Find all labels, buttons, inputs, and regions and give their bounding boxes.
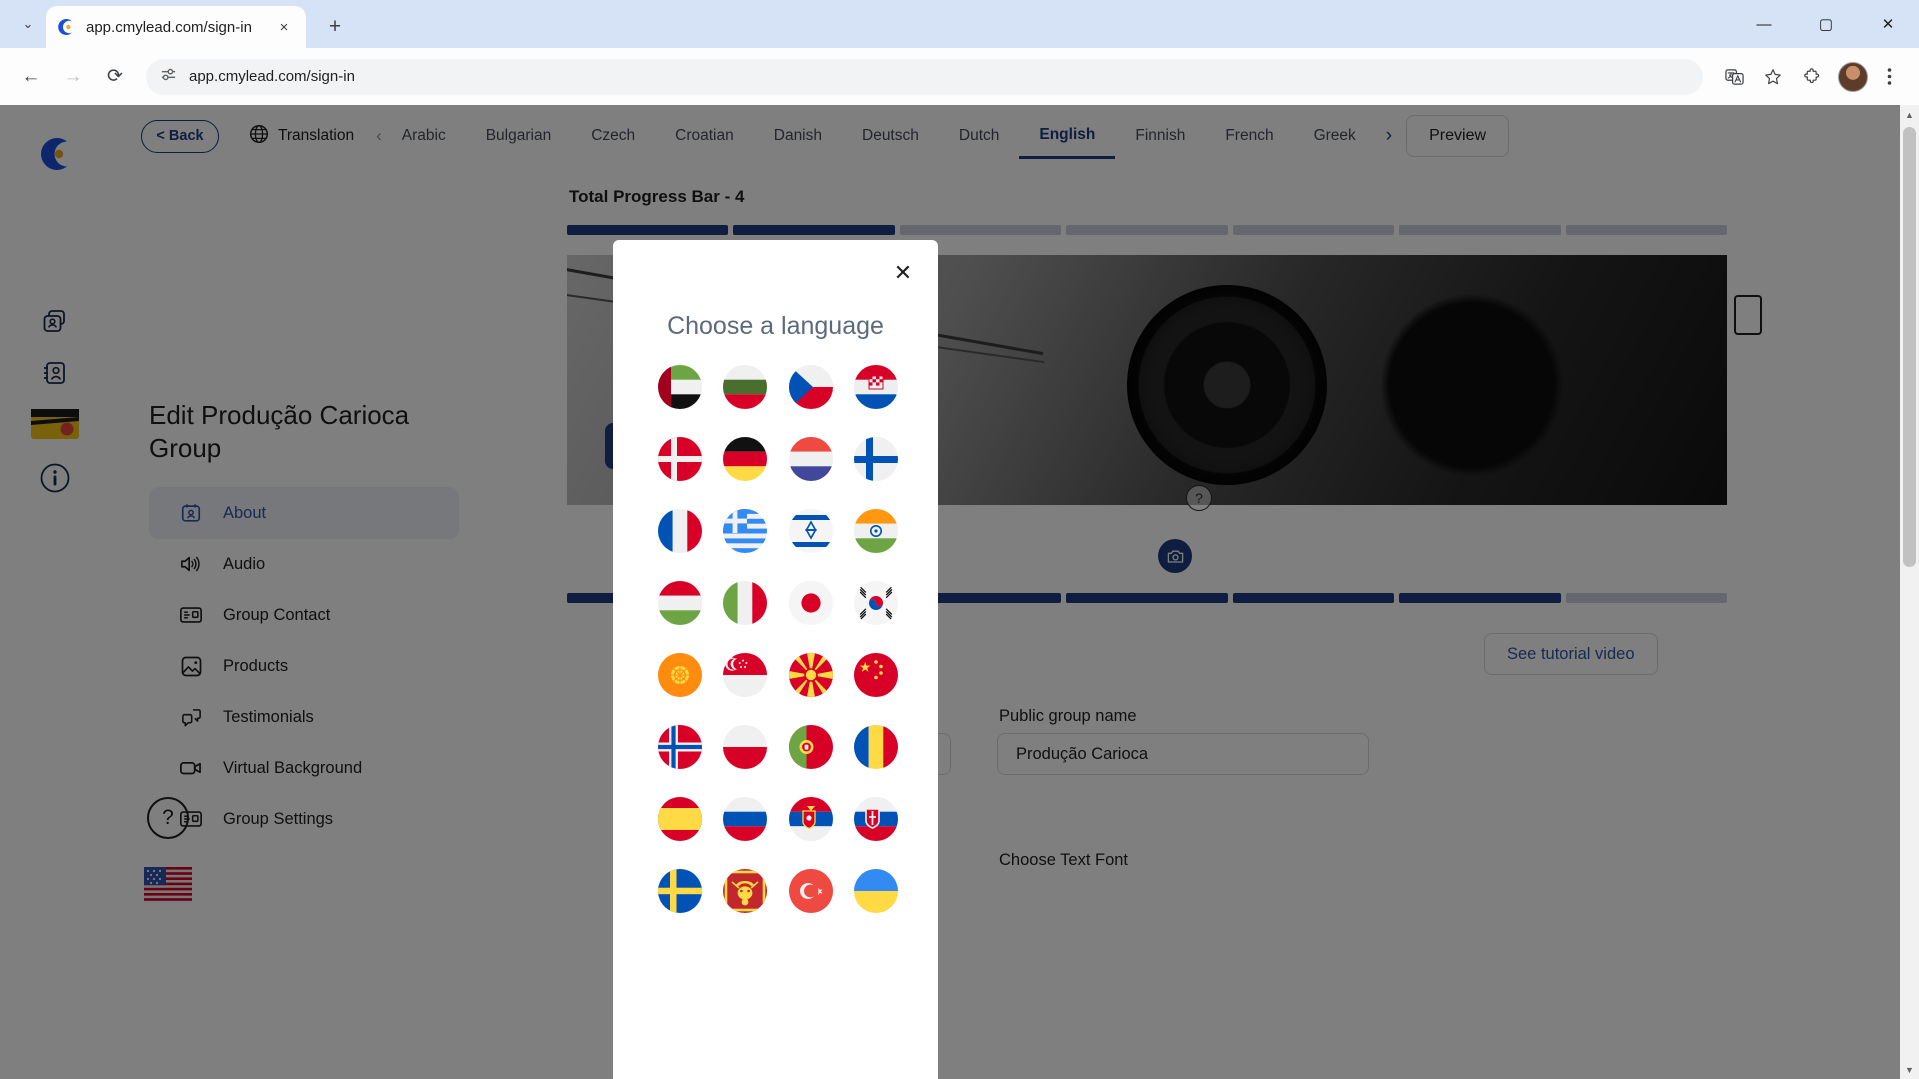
window-controls: — ▢ ✕ bbox=[1733, 0, 1919, 48]
translate-icon[interactable] bbox=[1716, 59, 1752, 95]
extensions-puzzle-icon[interactable] bbox=[1794, 59, 1830, 95]
flag-greece-icon[interactable] bbox=[723, 509, 768, 553]
flag-grid bbox=[647, 365, 909, 913]
flag-poland-icon[interactable] bbox=[723, 725, 768, 769]
flag-spain-icon[interactable] bbox=[657, 797, 702, 841]
flag-north-macedonia-icon[interactable] bbox=[788, 653, 833, 697]
reload-icon[interactable]: ⟳ bbox=[96, 58, 134, 96]
flag-romania-icon[interactable] bbox=[854, 725, 899, 769]
scrollbar-thumb[interactable] bbox=[1903, 127, 1916, 567]
flag-ukraine-icon[interactable] bbox=[854, 869, 899, 913]
browser-tab[interactable]: app.cmylead.com/sign-in × bbox=[46, 6, 306, 48]
choose-language-modal: ✕ Choose a language bbox=[613, 240, 938, 1079]
browser-toolbar: ← → ⟳ app.cmylead.com/sign-in bbox=[0, 48, 1919, 105]
address-bar-url: app.cmylead.com/sign-in bbox=[189, 68, 355, 85]
flag-germany-icon[interactable] bbox=[723, 437, 768, 481]
forward-navigation-icon[interactable]: → bbox=[54, 58, 92, 96]
back-navigation-icon[interactable]: ← bbox=[12, 58, 50, 96]
flag-kyrgyzstan-icon[interactable] bbox=[657, 653, 702, 697]
cmylead-logo-icon bbox=[56, 17, 76, 37]
minimize-button[interactable]: — bbox=[1733, 0, 1795, 48]
address-bar[interactable]: app.cmylead.com/sign-in bbox=[146, 58, 1703, 95]
web-page: < Back Translation ‹ ArabicBulgarianCzec… bbox=[0, 105, 1919, 1079]
flag-italy-icon[interactable] bbox=[723, 581, 768, 625]
close-icon[interactable]: × bbox=[272, 15, 296, 39]
flag-sweden-icon[interactable] bbox=[657, 869, 702, 913]
page-scrollbar[interactable]: ▲ ▼ bbox=[1900, 105, 1919, 1079]
flag-norway-icon[interactable] bbox=[657, 725, 702, 769]
flag-hungary-icon[interactable] bbox=[657, 581, 702, 625]
flag-china-icon[interactable] bbox=[854, 653, 899, 697]
avatar[interactable] bbox=[1838, 61, 1868, 92]
maximize-button[interactable]: ▢ bbox=[1795, 0, 1857, 48]
flag-portugal-icon[interactable] bbox=[788, 725, 833, 769]
tab-search-chevron-icon[interactable]: ⌄ bbox=[10, 8, 46, 40]
new-tab-button[interactable]: + bbox=[318, 10, 352, 44]
flag-turkey-icon[interactable] bbox=[788, 869, 833, 913]
kebab-menu-icon[interactable] bbox=[1871, 59, 1907, 95]
scroll-down-arrow-icon[interactable]: ▼ bbox=[1900, 1060, 1919, 1079]
flag-denmark-icon[interactable] bbox=[657, 437, 702, 481]
flag-israel-icon[interactable] bbox=[788, 509, 833, 553]
modal-title: Choose a language bbox=[667, 312, 884, 340]
browser-chrome: ⌄ app.cmylead.com/sign-in × + — ▢ ✕ ← → … bbox=[0, 0, 1919, 105]
flag-finland-icon[interactable] bbox=[854, 437, 899, 481]
scroll-up-arrow-icon[interactable]: ▲ bbox=[1900, 105, 1919, 124]
flag-russia-icon[interactable] bbox=[723, 797, 768, 841]
flag-united-arab-emirates-icon[interactable] bbox=[657, 365, 702, 409]
site-settings-icon[interactable] bbox=[160, 66, 177, 88]
flag-south-korea-icon[interactable] bbox=[854, 581, 899, 625]
flag-japan-icon[interactable] bbox=[788, 581, 833, 625]
flag-bulgaria-icon[interactable] bbox=[723, 365, 768, 409]
modal-scrim[interactable] bbox=[0, 105, 1900, 1079]
browser-tab-title: app.cmylead.com/sign-in bbox=[86, 19, 252, 35]
flag-france-icon[interactable] bbox=[657, 509, 702, 553]
flag-czech-republic-icon[interactable] bbox=[788, 365, 833, 409]
flag-singapore-icon[interactable] bbox=[723, 653, 768, 697]
flag-serbia-icon[interactable] bbox=[788, 797, 833, 841]
flag-montenegro-icon[interactable] bbox=[723, 869, 768, 913]
tab-strip: ⌄ app.cmylead.com/sign-in × + — ▢ ✕ bbox=[0, 0, 1919, 48]
flag-netherlands-icon[interactable] bbox=[788, 437, 833, 481]
flag-slovakia-icon[interactable] bbox=[854, 797, 899, 841]
close-icon[interactable]: ✕ bbox=[888, 258, 918, 288]
close-window-button[interactable]: ✕ bbox=[1857, 0, 1919, 48]
flag-india-icon[interactable] bbox=[854, 509, 899, 553]
flag-croatia-icon[interactable] bbox=[854, 365, 899, 409]
bookmark-star-icon[interactable] bbox=[1755, 59, 1791, 95]
